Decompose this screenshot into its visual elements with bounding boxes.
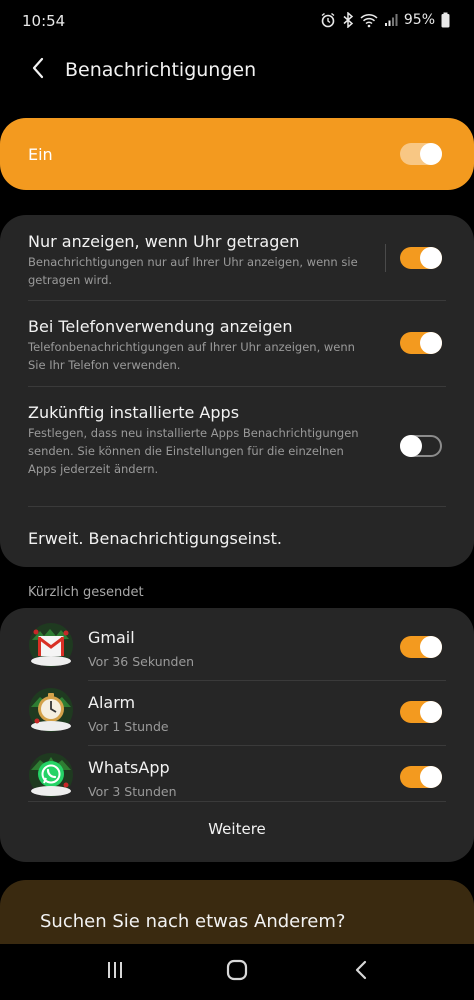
app-time: Vor 3 Stunden: [88, 784, 177, 799]
setting-subtitle: Telefonbenachrichtigungen auf Ihrer Uhr …: [28, 340, 355, 372]
setting-title: Bei Telefonverwendung anzeigen: [28, 317, 293, 336]
setting-row-worn-only[interactable]: Nur anzeigen, wenn Uhr getragen Benachri…: [0, 215, 474, 301]
toggle-knob: [420, 766, 442, 788]
row-divider: [385, 244, 386, 272]
setting-title: Erweit. Benachrichtigungseinst.: [28, 529, 282, 548]
settings-card: Nur anzeigen, wenn Uhr getragen Benachri…: [0, 215, 474, 567]
setting-subtitle: Festlegen, dass neu installierte Apps Be…: [28, 426, 359, 476]
recent-apps-card: Gmail Vor 36 Sekunden Alarm Vor 1 Stunde: [0, 608, 474, 862]
setting-row-phone-use[interactable]: Bei Telefonverwendung anzeigen Telefonbe…: [0, 301, 474, 387]
setting-title: Nur anzeigen, wenn Uhr getragen: [28, 232, 300, 251]
back-button[interactable]: [24, 56, 52, 84]
app-name: WhatsApp: [88, 758, 170, 777]
gmail-toggle[interactable]: [400, 636, 442, 658]
gmail-icon: [28, 622, 74, 668]
phone-use-toggle[interactable]: [400, 332, 442, 354]
master-toggle-label: Ein: [28, 145, 53, 164]
whatsapp-toggle[interactable]: [400, 766, 442, 788]
master-toggle-card[interactable]: Ein: [0, 118, 474, 190]
status-time: 10:54: [22, 12, 66, 30]
battery-icon: [441, 12, 450, 28]
bluetooth-icon: [342, 12, 354, 28]
whatsapp-icon: [28, 752, 74, 798]
master-toggle-switch[interactable]: [400, 143, 442, 165]
recent-apps-button[interactable]: [100, 958, 130, 986]
chevron-left-icon: [354, 960, 368, 984]
toggle-knob: [400, 435, 422, 457]
page-title: Benachrichtigungen: [65, 59, 257, 81]
wifi-icon: [360, 12, 378, 28]
app-name: Alarm: [88, 693, 136, 712]
alarm-toggle[interactable]: [400, 701, 442, 723]
divider: [28, 801, 446, 802]
chevron-left-icon: [31, 57, 45, 83]
recent-section-label: Kürzlich gesendet: [28, 585, 144, 600]
toggle-knob: [420, 332, 442, 354]
setting-row-advanced[interactable]: Erweit. Benachrichtigungseinst.: [0, 507, 474, 567]
toggle-knob: [420, 247, 442, 269]
setting-row-future-apps[interactable]: Zukünftig installierte Apps Festlegen, d…: [0, 387, 474, 505]
status-bar: 10:54 95%: [0, 0, 474, 40]
more-button[interactable]: Weitere: [0, 820, 474, 838]
app-header: Benachrichtigungen: [0, 48, 474, 96]
toggle-knob: [420, 636, 442, 658]
setting-title: Zukünftig installierte Apps: [28, 403, 240, 422]
search-suggestion-text: Suchen Sie nach etwas Anderem?: [40, 911, 346, 932]
navigation-bar: [0, 944, 474, 1000]
toggle-knob: [420, 701, 442, 723]
alarm-status-icon: [320, 12, 336, 28]
app-time: Vor 36 Sekunden: [88, 654, 195, 669]
recents-icon: [105, 961, 125, 983]
battery-level: 95%: [403, 12, 435, 28]
app-time: Vor 1 Stunde: [88, 719, 169, 734]
future-apps-toggle[interactable]: [400, 435, 442, 457]
app-name: Gmail: [88, 628, 135, 647]
status-icons: 95%: [320, 12, 450, 28]
worn-only-toggle[interactable]: [400, 247, 442, 269]
app-row-alarm[interactable]: Alarm Vor 1 Stunde: [0, 681, 474, 745]
home-icon: [226, 959, 248, 985]
app-row-gmail[interactable]: Gmail Vor 36 Sekunden: [0, 616, 474, 680]
back-nav-button[interactable]: [346, 958, 376, 986]
toggle-knob: [420, 143, 442, 165]
setting-subtitle: Benachrichtigungen nur auf Ihrer Uhr anz…: [28, 255, 358, 287]
signal-icon: [384, 13, 398, 27]
alarm-clock-icon: [28, 687, 74, 733]
home-button[interactable]: [222, 958, 252, 986]
